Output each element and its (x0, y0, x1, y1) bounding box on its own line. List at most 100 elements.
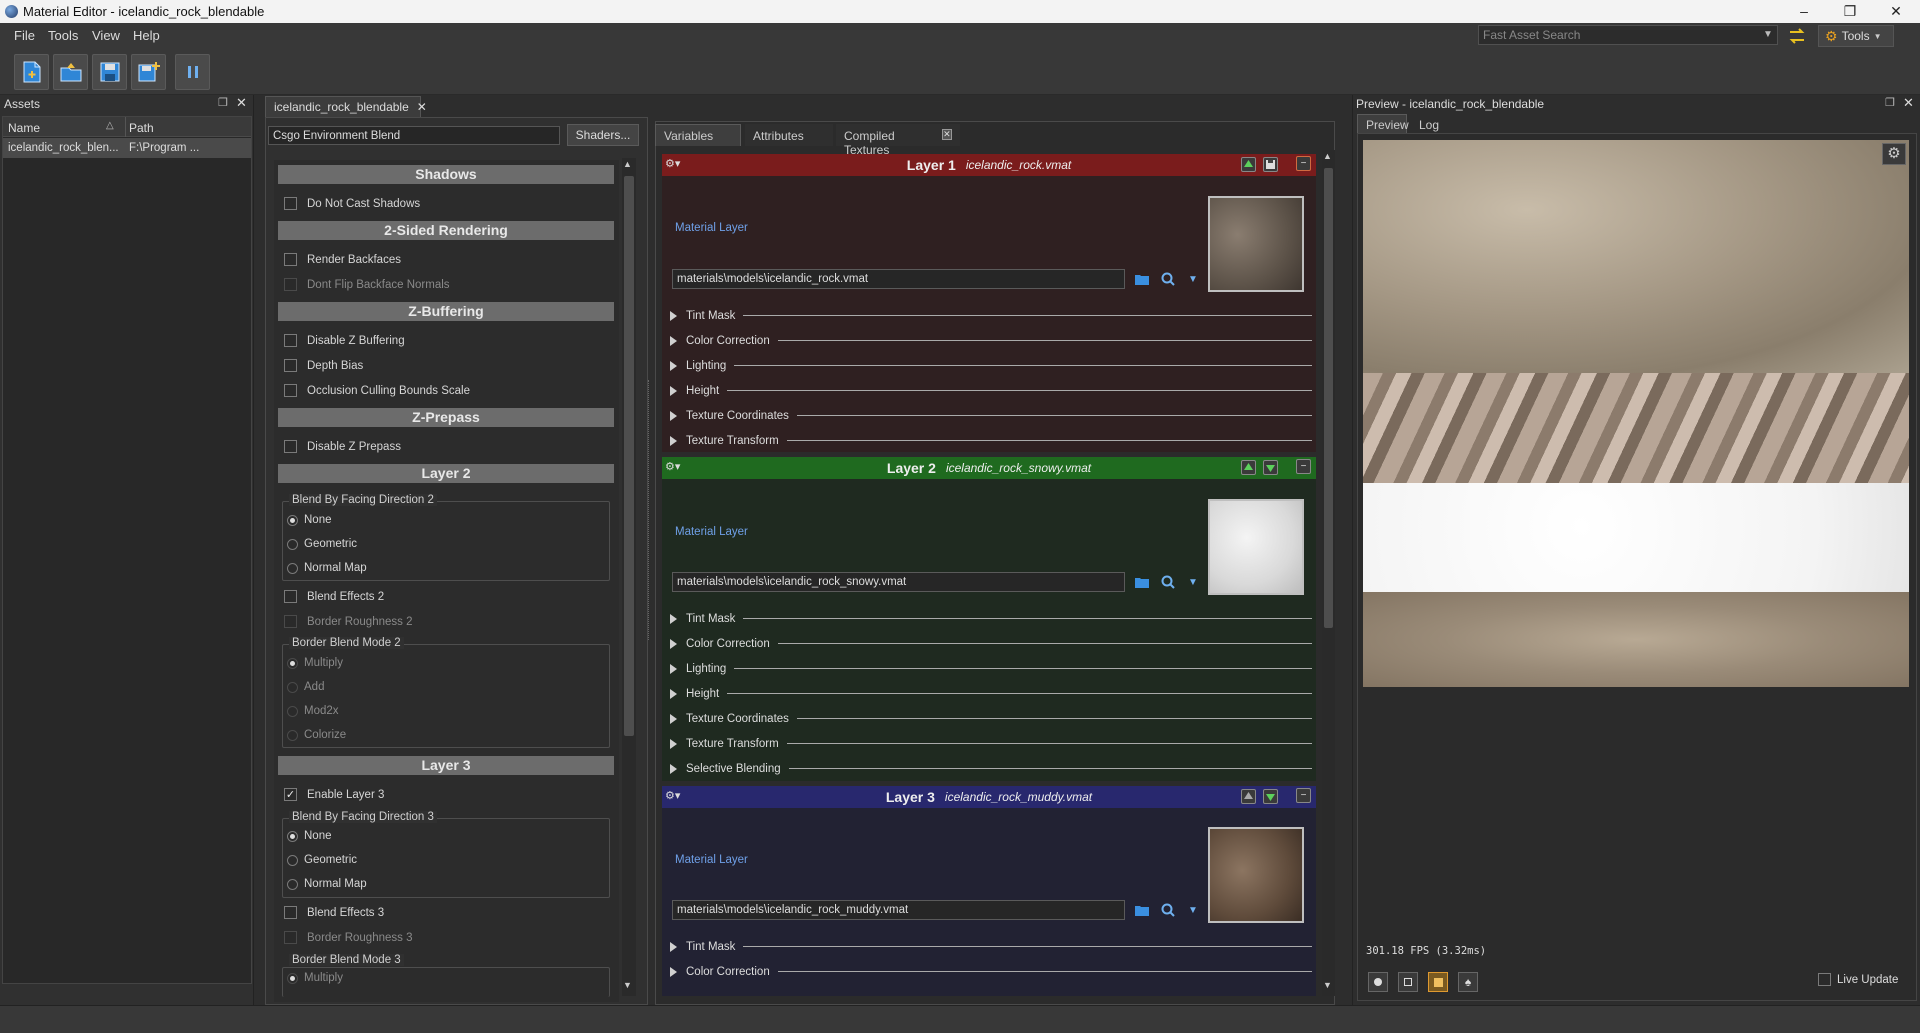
layer1-header[interactable]: Layer 1 icelandic_rock.vmat (662, 154, 1316, 176)
mode2-mod2x-radio[interactable] (287, 705, 298, 717)
properties-scrollbar[interactable]: ▲ ▼ (622, 158, 636, 996)
variables-scrollbar[interactable]: ▲ ▼ (1322, 150, 1335, 996)
scroll-thumb[interactable] (624, 176, 634, 736)
mode2-colorize-radio[interactable] (287, 729, 298, 741)
new-file-button[interactable] (14, 54, 49, 90)
layer2-dropdown-icon[interactable]: ▼ (1183, 572, 1203, 592)
layer2-move-up-icon[interactable] (1241, 460, 1256, 475)
layer3-menu-icon[interactable]: ⚙▾ (665, 789, 680, 802)
scroll-up-icon[interactable]: ▲ (1323, 151, 1332, 161)
live-update-checkbox[interactable] (1818, 973, 1831, 986)
layer2-move-down-icon[interactable] (1263, 460, 1278, 475)
blend-effects3-checkbox[interactable] (284, 906, 297, 919)
layer1-save-icon[interactable] (1263, 157, 1278, 172)
facing3-normalmap-radio[interactable] (287, 878, 298, 890)
disable-z-checkbox[interactable] (284, 334, 297, 347)
shader-name-field[interactable]: Csgo Environment Blend (268, 126, 560, 145)
save-as-button[interactable] (131, 54, 166, 90)
minimize-icon[interactable]: – (1781, 0, 1827, 23)
sync-icon[interactable] (1786, 25, 1808, 47)
close-icon[interactable]: ✕ (1873, 0, 1919, 23)
menu-view[interactable]: View (92, 28, 120, 43)
layer2-path-field[interactable]: materials\models\icelandic_rock_snowy.vm… (672, 572, 1125, 592)
layer2-browse-icon[interactable] (1132, 572, 1152, 592)
layer2-section-texture-coordinates[interactable]: Texture Coordinates (670, 710, 1312, 727)
mode3-multiply-radio[interactable] (287, 972, 298, 984)
menu-file[interactable]: File (14, 28, 35, 43)
layer1-search-icon[interactable] (1158, 269, 1178, 289)
layer3-section-tint-mask[interactable]: Tint Mask (670, 938, 1312, 955)
layer2-section-texture-transform[interactable]: Texture Transform (670, 735, 1312, 752)
close-panel-icon[interactable]: ✕ (236, 95, 247, 111)
layer3-path-field[interactable]: materials\models\icelandic_rock_muddy.vm… (672, 900, 1125, 920)
sphere-mode-button[interactable] (1368, 972, 1388, 992)
blend-effects2-checkbox[interactable] (284, 590, 297, 603)
list-item[interactable]: icelandic_rock_blen... F:\Program ... (3, 138, 251, 158)
layer1-section-texture-coordinates[interactable]: Texture Coordinates (670, 407, 1312, 424)
facing2-geometric-radio[interactable] (287, 538, 298, 550)
layer3-search-icon[interactable] (1158, 900, 1178, 920)
depth-bias-checkbox[interactable] (284, 359, 297, 372)
layer2-section-selective-blending[interactable]: Selective Blending (670, 760, 1312, 777)
layer2-section-color-correction[interactable]: Color Correction (670, 635, 1312, 652)
layer2-texture-thumbnail[interactable] (1208, 499, 1304, 595)
mode2-multiply-radio[interactable] (287, 657, 298, 669)
close-panel-icon[interactable]: ✕ (1903, 95, 1914, 111)
layer3-texture-thumbnail[interactable] (1208, 827, 1304, 923)
layer3-collapse-icon[interactable]: − (1296, 788, 1311, 803)
layer2-header[interactable]: Layer 2 icelandic_rock_snowy.vmat (662, 457, 1316, 479)
float-panel-icon[interactable]: ❐ (1885, 96, 1895, 109)
close-tab-icon[interactable]: ✕ (417, 100, 427, 114)
facing2-normalmap-radio[interactable] (287, 562, 298, 574)
layer1-section-lighting[interactable]: Lighting (670, 357, 1312, 374)
layer3-move-down-icon[interactable] (1263, 789, 1278, 804)
layer1-move-up-icon[interactable] (1241, 157, 1256, 172)
tab-compiled-textures[interactable]: Compiled Textures ✕ (836, 124, 960, 157)
scroll-thumb[interactable] (1324, 168, 1333, 628)
do-not-cast-shadows-checkbox[interactable] (284, 197, 297, 210)
layer2-search-icon[interactable] (1158, 572, 1178, 592)
border-rough3-checkbox[interactable] (284, 931, 297, 944)
splitter-handle[interactable] (648, 380, 652, 640)
layer2-section-height[interactable]: Height (670, 685, 1312, 702)
layer3-header[interactable]: Layer 3 icelandic_rock_muddy.vmat (662, 786, 1316, 808)
scroll-up-icon[interactable]: ▲ (623, 159, 632, 169)
enable-layer3-checkbox[interactable]: ✓ (284, 788, 297, 801)
float-panel-icon[interactable]: ❐ (218, 96, 228, 109)
render-backfaces-checkbox[interactable] (284, 253, 297, 266)
occlusion-checkbox[interactable] (284, 384, 297, 397)
layer1-menu-icon[interactable]: ⚙▾ (665, 157, 680, 170)
preview-render[interactable]: ⚙ (1363, 140, 1909, 687)
layer1-section-tint-mask[interactable]: Tint Mask (670, 307, 1312, 324)
layer1-section-texture-transform[interactable]: Texture Transform (670, 432, 1312, 449)
facing2-none-radio[interactable] (287, 514, 298, 526)
tab-variables[interactable]: Variables (655, 124, 741, 146)
layer2-collapse-icon[interactable]: − (1296, 459, 1311, 474)
preview-settings-icon[interactable]: ⚙ (1882, 143, 1906, 165)
column-path[interactable]: Path (129, 121, 154, 135)
layer1-texture-thumbnail[interactable] (1208, 196, 1304, 292)
tab-preview[interactable]: Preview (1357, 114, 1409, 133)
tab-attributes[interactable]: Attributes (745, 124, 833, 146)
tools-button[interactable]: ⚙ Tools ▼ (1818, 25, 1894, 47)
layer2-section-lighting[interactable]: Lighting (670, 660, 1312, 677)
dont-flip-checkbox[interactable] (284, 278, 297, 291)
disable-zprepass-checkbox[interactable] (284, 440, 297, 453)
layer2-section-tint-mask[interactable]: Tint Mask (670, 610, 1312, 627)
layer3-move-up-icon[interactable] (1241, 789, 1256, 804)
shaders-button[interactable]: Shaders... (567, 124, 639, 146)
layer1-browse-icon[interactable] (1132, 269, 1152, 289)
plane-mode-button[interactable] (1428, 972, 1448, 992)
cube-mode-button[interactable] (1398, 972, 1418, 992)
facing3-none-radio[interactable] (287, 830, 298, 842)
fast-asset-search-input[interactable]: Fast Asset Search (1478, 25, 1778, 45)
menu-help[interactable]: Help (133, 28, 160, 43)
tab-material[interactable]: icelandic_rock_blendable ✕ (265, 96, 427, 117)
pause-button[interactable] (175, 54, 210, 90)
scroll-down-icon[interactable]: ▼ (623, 980, 632, 990)
layer3-section-color-correction[interactable]: Color Correction (670, 963, 1312, 980)
column-name[interactable]: Name (8, 121, 40, 135)
layer1-section-color-correction[interactable]: Color Correction (670, 332, 1312, 349)
tab-log[interactable]: Log (1411, 115, 1451, 133)
layer1-path-field[interactable]: materials\models\icelandic_rock.vmat (672, 269, 1125, 289)
